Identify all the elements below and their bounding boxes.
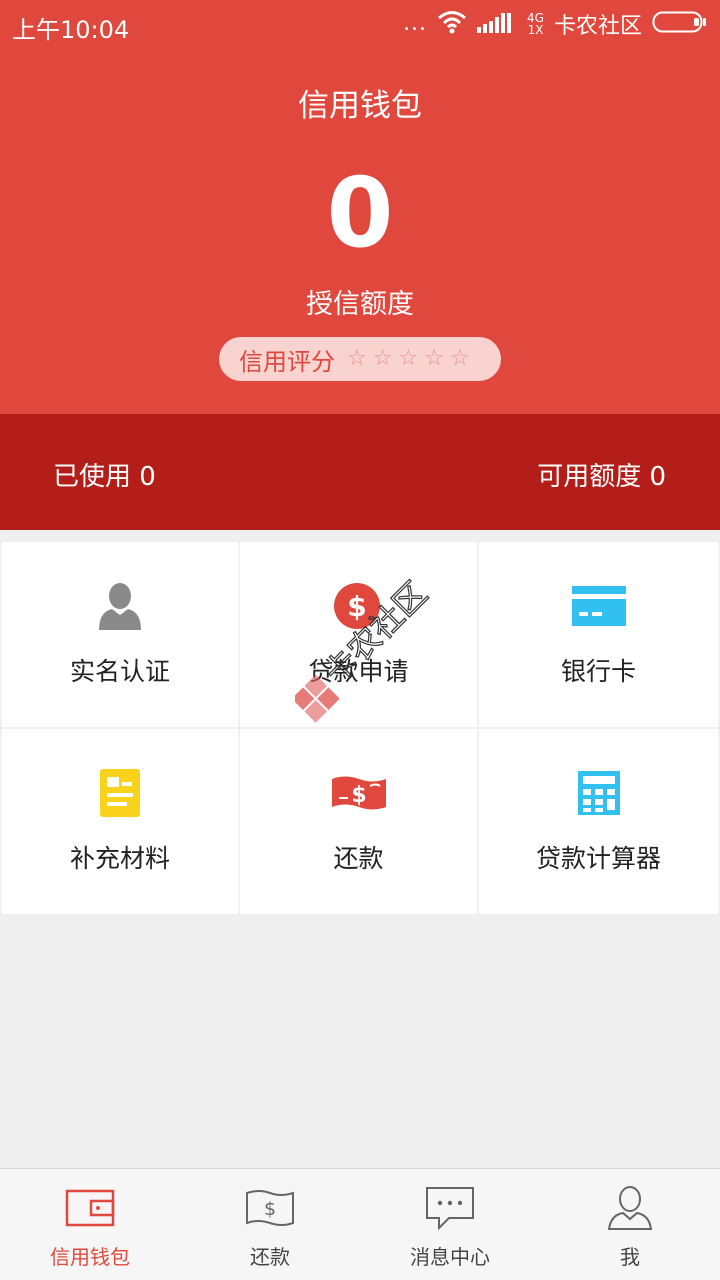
- status-bar: 上午10:04 ... 4G 1X 卡农社区: [0, 0, 720, 50]
- more-dots-icon: ...: [403, 11, 428, 36]
- available-amount: 可用额度 0: [537, 462, 666, 492]
- tab-me[interactable]: 我: [540, 1169, 720, 1280]
- grid-item-label: 还款: [333, 844, 384, 873]
- svg-text:$: $: [264, 1198, 276, 1220]
- credit-amount: 0: [326, 157, 394, 269]
- tab-label: 还款: [250, 1245, 290, 1269]
- used-amount: 已使用 0: [53, 462, 156, 492]
- star-empty-icon: ☆: [398, 346, 419, 371]
- tab-message-center[interactable]: 消息中心: [360, 1169, 540, 1280]
- svg-text:$: $: [347, 590, 366, 623]
- grid-item-loan-application[interactable]: $ 贷款申请: [240, 542, 477, 727]
- star-empty-icon: ☆: [372, 346, 393, 371]
- network-type: 4G 1X: [527, 11, 544, 37]
- tab-bar: 信用钱包 $ 还款 消息中心 我: [0, 1168, 720, 1280]
- wifi-icon: [437, 10, 467, 38]
- status-right: ... 4G 1X 卡农社区: [403, 8, 708, 40]
- star-empty-icon: ☆: [424, 346, 444, 371]
- signal-icon: [477, 11, 517, 37]
- wallet-icon: [64, 1185, 116, 1231]
- grid-item-repayment[interactable]: $ 还款: [240, 729, 477, 914]
- dollar-coin-icon: $: [329, 578, 389, 634]
- page-title: 信用钱包: [298, 88, 422, 124]
- cash-icon: $: [329, 765, 389, 821]
- grid-item-real-name-auth[interactable]: 实名认证: [2, 542, 238, 727]
- tab-credit-wallet[interactable]: 信用钱包: [0, 1169, 180, 1280]
- credit-score-label: 信用评分: [239, 347, 335, 376]
- bill-icon: $: [244, 1185, 296, 1231]
- user-icon: [90, 578, 150, 634]
- document-icon: [90, 765, 150, 821]
- grid-item-label: 银行卡: [560, 657, 636, 686]
- status-time: 上午10:04: [12, 16, 130, 44]
- star-empty-icon: ☆: [449, 346, 470, 371]
- carrier-name: 卡农社区: [553, 14, 642, 39]
- grid-item-label: 贷款申请: [308, 657, 409, 686]
- svg-text:$: $: [351, 783, 366, 808]
- profile-icon: [604, 1185, 656, 1231]
- message-icon: [424, 1185, 476, 1231]
- tab-label: 消息中心: [410, 1245, 490, 1269]
- usage-bar: 已使用 0 可用额度 0: [0, 414, 720, 530]
- tab-label: 信用钱包: [50, 1245, 130, 1269]
- tab-repayment[interactable]: $ 还款: [180, 1169, 360, 1280]
- function-grid: 实名认证 $ 贷款申请 银行卡 补充材料 $ 还款 贷款计算器: [2, 542, 718, 916]
- battery-icon: [652, 10, 708, 38]
- grid-item-bank-card[interactable]: 银行卡: [479, 542, 718, 727]
- bank-card-icon: [569, 578, 629, 634]
- grid-item-label: 贷款计算器: [535, 844, 661, 873]
- star-empty-icon: ☆: [347, 346, 367, 371]
- credit-score-badge[interactable]: 信用评分 ☆ ☆ ☆ ☆ ☆: [219, 337, 501, 381]
- grid-item-label: 实名认证: [69, 657, 170, 686]
- credit-label: 授信额度: [306, 289, 414, 320]
- grid-item-label: 补充材料: [69, 844, 170, 873]
- header: 上午10:04 ... 4G 1X 卡农社区 信用钱包 0 授信额度 信用评分 …: [0, 0, 720, 414]
- calculator-icon: [569, 765, 629, 821]
- grid-item-supplement-materials[interactable]: 补充材料: [2, 729, 238, 914]
- tab-label: 我: [620, 1245, 640, 1269]
- grid-item-loan-calculator[interactable]: 贷款计算器: [479, 729, 718, 914]
- rating-stars: ☆ ☆ ☆ ☆ ☆: [347, 348, 470, 370]
